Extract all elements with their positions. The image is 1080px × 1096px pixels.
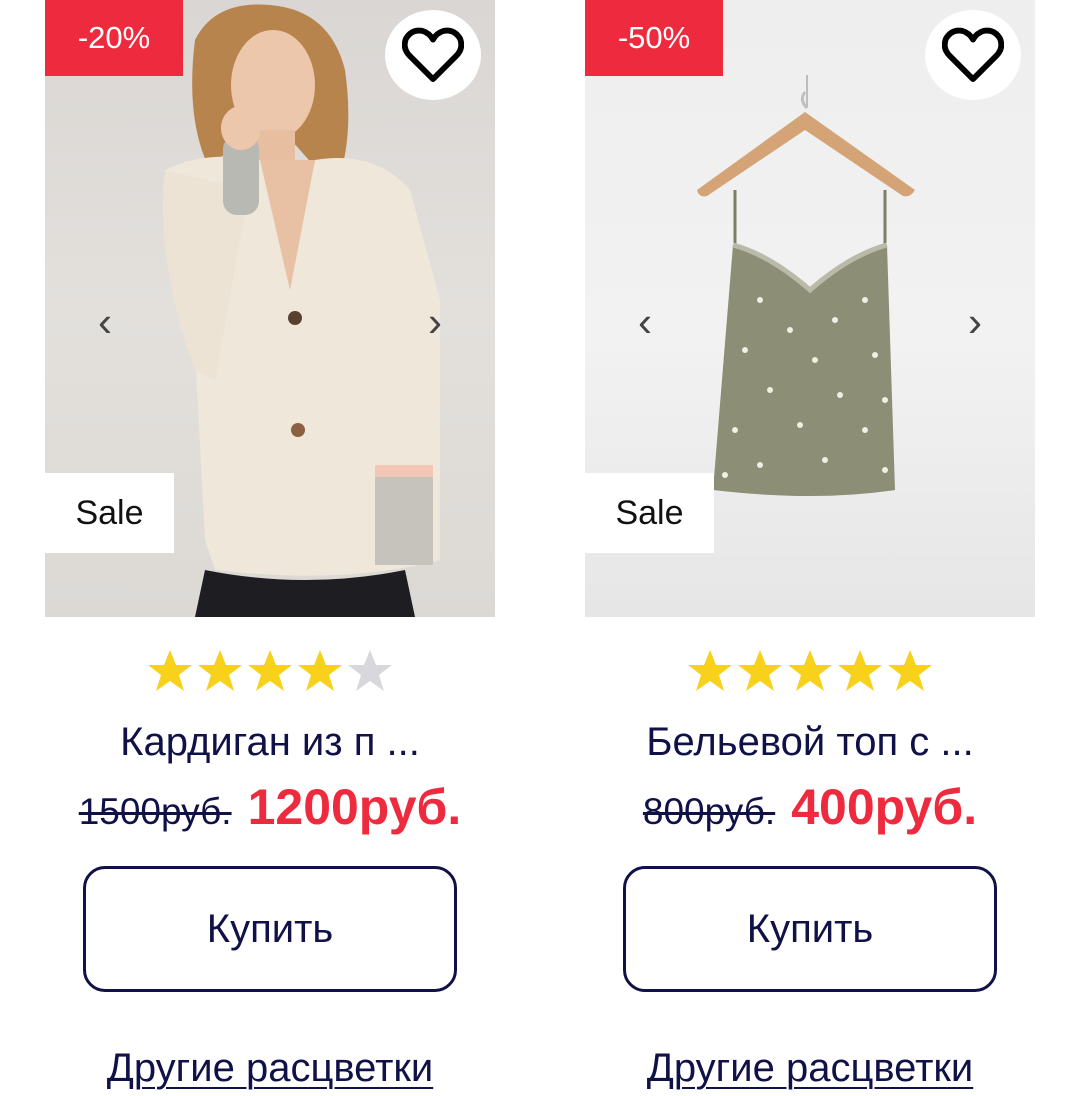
discount-badge: -50%	[585, 0, 723, 76]
star-icon	[888, 650, 932, 691]
new-price: 400руб.	[791, 779, 978, 835]
star-icon	[688, 650, 732, 691]
favorite-button[interactable]	[925, 10, 1021, 100]
rating-stars	[585, 648, 1035, 694]
buy-button[interactable]: Купить	[83, 866, 457, 992]
product-title[interactable]: Кардиган из п ...	[45, 712, 495, 772]
product-image-carousel[interactable]: -50% ‹ › Sale	[585, 0, 1035, 617]
star-icon	[148, 650, 192, 691]
favorite-button[interactable]	[385, 10, 481, 100]
old-price: 1500руб.	[78, 791, 232, 832]
sale-badge: Sale	[45, 473, 174, 553]
chevron-left-icon: ‹	[638, 298, 652, 345]
discount-badge: -20%	[45, 0, 183, 76]
product-card: -50% ‹ › Sale Бельевой топ с ... 800руб.…	[585, 0, 1035, 1090]
star-icon	[838, 650, 882, 691]
new-price: 1200руб.	[247, 779, 462, 835]
chevron-left-icon: ‹	[98, 298, 112, 345]
buy-button[interactable]: Купить	[623, 866, 997, 992]
carousel-prev-button[interactable]: ‹	[85, 292, 125, 352]
star-icon	[788, 650, 832, 691]
carousel-next-button[interactable]: ›	[955, 292, 995, 352]
chevron-right-icon: ›	[968, 298, 982, 345]
carousel-prev-button[interactable]: ‹	[625, 292, 665, 352]
price-row: 800руб. 400руб.	[585, 778, 1035, 836]
star-icon	[738, 650, 782, 691]
old-price: 800руб.	[642, 791, 776, 832]
price-row: 1500руб. 1200руб.	[45, 778, 495, 836]
star-icon	[298, 650, 342, 691]
sale-badge: Sale	[585, 473, 714, 553]
product-card: -20% ‹ › Sale Кардиган из п ... 1500руб.…	[45, 0, 495, 1090]
carousel-next-button[interactable]: ›	[415, 292, 455, 352]
product-title[interactable]: Бельевой топ с ...	[585, 712, 1035, 772]
other-colors-link[interactable]: Другие расцветки	[45, 1040, 495, 1096]
other-colors-link[interactable]: Другие расцветки	[585, 1040, 1035, 1096]
star-icon	[248, 650, 292, 691]
heart-icon	[942, 27, 1004, 83]
rating-stars	[45, 648, 495, 694]
star-icon	[198, 650, 242, 691]
star-icon	[348, 650, 392, 691]
chevron-right-icon: ›	[428, 298, 442, 345]
product-image-carousel[interactable]: -20% ‹ › Sale	[45, 0, 495, 617]
heart-icon	[402, 27, 464, 83]
